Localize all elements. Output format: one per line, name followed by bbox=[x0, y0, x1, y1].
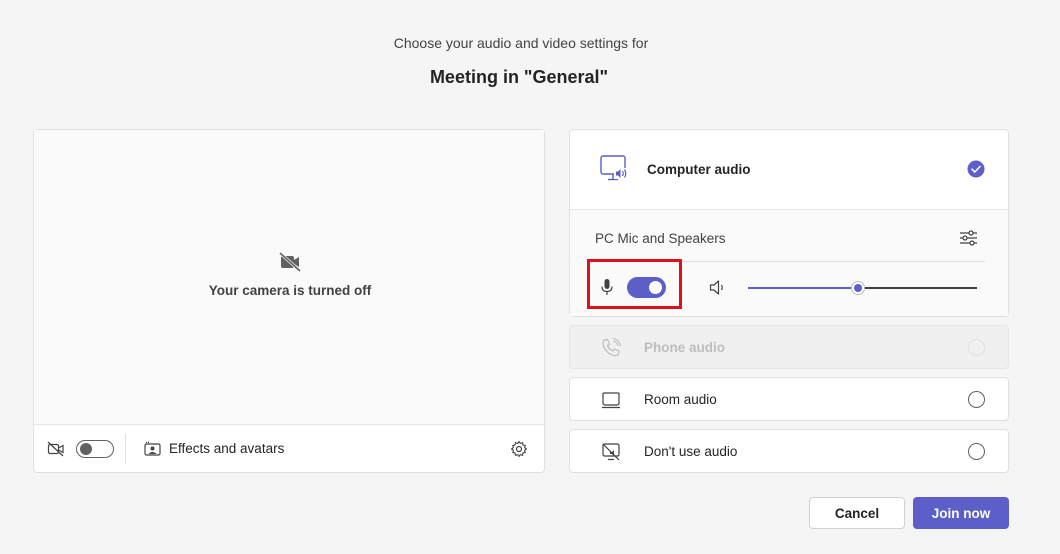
page-title: Meeting in "General" bbox=[429, 67, 609, 87]
no-audio-label: Don't use audio bbox=[644, 444, 738, 459]
computer-audio-label: Computer audio bbox=[647, 162, 751, 177]
camera-off-icon bbox=[279, 252, 301, 272]
camera-preview: Your camera is turned off bbox=[34, 130, 544, 424]
camera-toolbar: Effects and avatars bbox=[34, 424, 544, 472]
cancel-button[interactable]: Cancel bbox=[809, 497, 905, 529]
device-label: PC Mic and Speakers bbox=[595, 231, 726, 246]
room-audio-label: Room audio bbox=[644, 392, 717, 407]
highlight-annotation bbox=[587, 259, 682, 309]
room-audio-option[interactable]: Room audio bbox=[569, 377, 1009, 421]
room-device-icon bbox=[602, 392, 620, 409]
effects-and-avatars-button[interactable]: Effects and avatars bbox=[169, 441, 284, 456]
camera-off-message: Your camera is turned off bbox=[208, 283, 372, 298]
camera-panel: Your camera is turned off Effects and av… bbox=[33, 129, 545, 473]
checkmark-circle-icon bbox=[967, 160, 985, 178]
phone-audio-option[interactable]: Phone audio bbox=[569, 325, 1009, 369]
speaker-icon bbox=[709, 280, 723, 295]
monitor-speaker-icon bbox=[600, 155, 627, 181]
page-subtitle: Choose your audio and video settings for bbox=[393, 35, 649, 51]
no-audio-radio[interactable] bbox=[968, 443, 985, 460]
gear-icon[interactable] bbox=[510, 440, 528, 458]
effects-avatar-icon[interactable] bbox=[144, 441, 161, 456]
toolbar-divider bbox=[125, 434, 126, 464]
no-audio-option[interactable]: Don't use audio bbox=[569, 429, 1009, 473]
phone-audio-label: Phone audio bbox=[644, 340, 725, 355]
volume-slider[interactable] bbox=[748, 281, 977, 295]
camera-toggle-knob bbox=[80, 443, 92, 455]
phone-icon bbox=[602, 337, 622, 357]
volume-slider-fill bbox=[748, 287, 858, 289]
computer-audio-settings: PC Mic and Speakers bbox=[570, 210, 1008, 316]
sliders-icon[interactable] bbox=[959, 229, 978, 247]
volume-slider-thumb[interactable] bbox=[850, 281, 865, 295]
camera-off-icon bbox=[47, 441, 64, 457]
no-audio-icon bbox=[602, 443, 620, 461]
phone-audio-radio[interactable] bbox=[968, 339, 985, 356]
camera-toggle[interactable] bbox=[76, 440, 114, 458]
computer-audio-header[interactable]: Computer audio bbox=[570, 130, 1008, 210]
join-now-button[interactable]: Join now bbox=[913, 497, 1009, 529]
computer-audio-card[interactable]: Computer audio PC Mic and Speakers bbox=[569, 129, 1009, 317]
room-audio-radio[interactable] bbox=[968, 391, 985, 408]
